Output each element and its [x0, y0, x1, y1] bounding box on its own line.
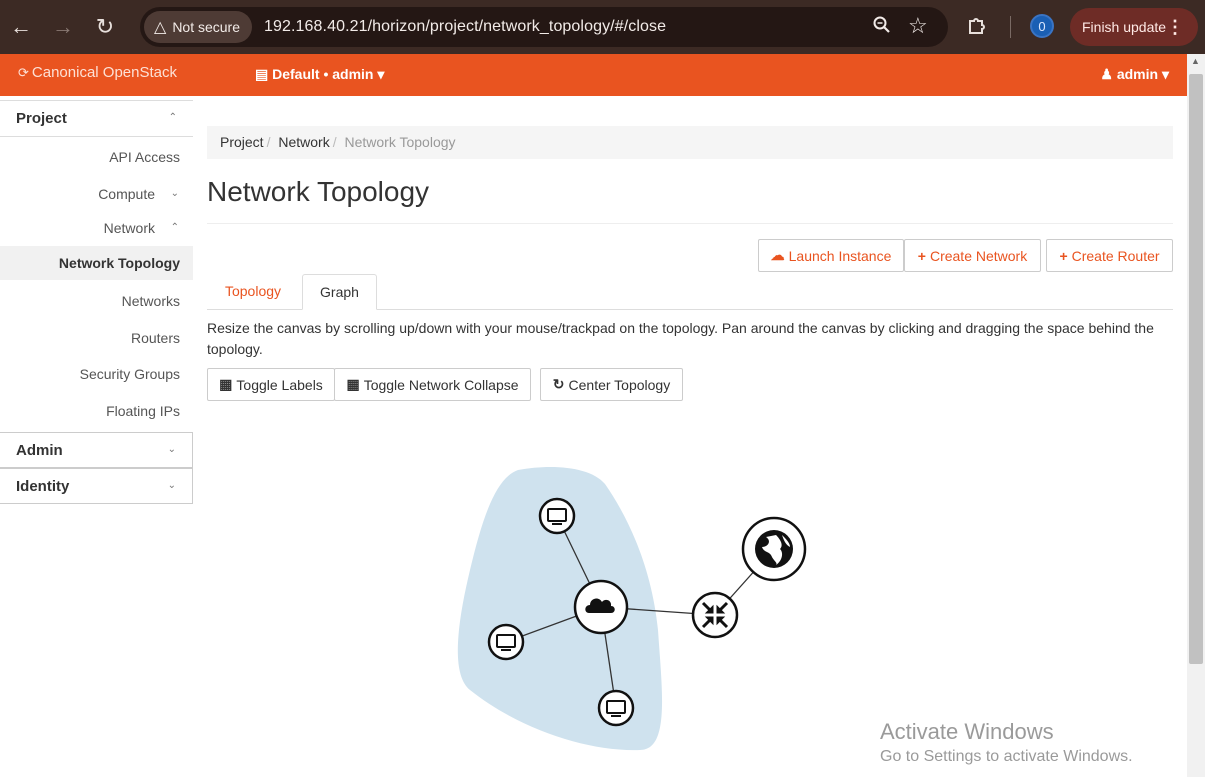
sidebar-item-api-access[interactable]: API Access: [0, 140, 193, 174]
warning-triangle-icon: △: [154, 19, 167, 36]
create-router-label: Create Router: [1071, 247, 1160, 264]
caret-down-icon: ▾: [1161, 66, 1169, 82]
sidebar-section-project[interactable]: Project ⌃: [0, 101, 193, 137]
network-node[interactable]: [573, 579, 629, 635]
toggle-collapse-label: Toggle Network Collapse: [363, 376, 519, 393]
breadcrumb-separator: /: [266, 134, 271, 150]
list-icon: ▤: [255, 66, 269, 82]
create-network-button[interactable]: + Create Network: [904, 239, 1041, 272]
breadcrumb-current: Network Topology: [344, 134, 456, 150]
toggle-labels-button[interactable]: ▦ Toggle Labels: [207, 368, 335, 401]
page-scrollbar[interactable]: ▲: [1187, 54, 1205, 777]
refresh-icon: ↻: [552, 376, 565, 392]
launch-instance-label: Launch Instance: [788, 247, 892, 264]
kebab-menu-icon[interactable]: ⋮: [1166, 17, 1184, 38]
chevron-down-icon: ⌄: [167, 444, 176, 455]
sidebar-item-security-groups[interactable]: Security Groups: [0, 357, 193, 391]
create-network-label: Create Network: [929, 247, 1028, 264]
canonical-logo-icon: ⟳: [18, 65, 29, 80]
grid-icon: ▦: [346, 376, 360, 392]
center-topology-label: Center Topology: [568, 376, 671, 393]
profile-badge[interactable]: 0: [1030, 14, 1054, 38]
sidebar-item-label: Network: [103, 220, 155, 236]
sidebar-section-identity[interactable]: Identity ⌄: [0, 468, 193, 504]
finish-update-button[interactable]: Finish update ⋮: [1070, 8, 1198, 46]
router-node[interactable]: [691, 591, 739, 639]
back-arrow-icon[interactable]: ←: [0, 0, 42, 54]
scroll-up-arrow-icon[interactable]: ▲: [1191, 56, 1200, 66]
security-chip[interactable]: △ Not secure: [144, 11, 253, 43]
launch-instance-button[interactable]: ☁ Launch Instance: [758, 239, 904, 272]
toolbar-separator: [1010, 16, 1011, 38]
sidebar-section-label: Identity: [16, 478, 70, 495]
title-divider: [207, 223, 1173, 224]
plus-icon: +: [1059, 247, 1068, 264]
instance-node[interactable]: [597, 689, 635, 727]
chevron-up-icon: ⌃: [170, 222, 179, 233]
sidebar-item-label: Security Groups: [79, 366, 180, 382]
watermark-title: Activate Windows: [880, 719, 1054, 744]
chevron-down-icon: ⌄: [167, 480, 176, 491]
forward-arrow-icon[interactable]: →: [42, 0, 84, 54]
sidebar-item-label: Network Topology: [58, 255, 180, 271]
chevron-down-icon: ⌄: [170, 188, 179, 199]
scrollbar-thumb[interactable]: [1189, 74, 1203, 664]
breadcrumb: Project / Network / Network Topology: [207, 126, 1173, 159]
plus-icon: +: [917, 247, 926, 264]
user-menu[interactable]: ♟ admin ▾: [1100, 66, 1169, 83]
sidebar-item-label: Routers: [130, 330, 180, 346]
sidebar-item-routers[interactable]: Routers: [0, 321, 193, 355]
sidebar-item-label: API Access: [109, 149, 180, 165]
brand-link[interactable]: ⟳ Canonical OpenStack: [18, 64, 177, 81]
tab-topology[interactable]: Topology: [207, 274, 299, 310]
user-icon: ♟: [1100, 66, 1113, 82]
project-selector-label: Default • admin: [272, 66, 374, 82]
sidebar-item-label: Networks: [121, 293, 180, 309]
toggle-network-collapse-button[interactable]: ▦ Toggle Network Collapse: [334, 368, 531, 401]
breadcrumb-separator: /: [332, 134, 337, 150]
user-menu-label: admin: [1116, 66, 1159, 82]
sidebar-item-networks[interactable]: Networks: [0, 284, 193, 318]
sidebar-item-label: Floating IPs: [106, 403, 180, 419]
sidebar-item-network-topology[interactable]: Network Topology: [0, 246, 193, 280]
extensions-puzzle-icon[interactable]: [966, 14, 988, 42]
security-label: Not secure: [172, 19, 241, 35]
sidebar-item-floating-ips[interactable]: Floating IPs: [0, 394, 193, 428]
breadcrumb-project[interactable]: Project: [220, 134, 264, 150]
chevron-up-icon: ⌃: [168, 112, 177, 123]
browser-toolbar: ← → ↻ △ Not secure 192.168.40.21/horizon…: [0, 0, 1205, 54]
cloud-upload-icon: ☁: [770, 247, 785, 263]
sidebar-section-label: Project: [16, 110, 67, 127]
caret-down-icon: ▾: [377, 66, 385, 82]
grid-icon: ▦: [219, 376, 233, 392]
sidebar: Project ⌃ API Access Compute ⌄ Network ⌃…: [0, 96, 193, 777]
sidebar-item-compute[interactable]: Compute ⌄: [0, 177, 193, 211]
topology-canvas[interactable]: [440, 460, 840, 760]
tab-graph[interactable]: Graph: [302, 274, 377, 310]
bookmark-star-icon[interactable]: ☆: [908, 13, 928, 39]
center-topology-button[interactable]: ↻ Center Topology: [540, 368, 683, 401]
toggle-labels-label: Toggle Labels: [236, 376, 323, 393]
instance-node[interactable]: [487, 623, 525, 661]
sidebar-item-label: Compute: [98, 186, 155, 202]
help-text: Resize the canvas by scrolling up/down w…: [207, 320, 1154, 357]
page-title: Network Topology: [207, 176, 430, 207]
create-router-button[interactable]: + Create Router: [1046, 239, 1173, 272]
sidebar-section-admin[interactable]: Admin ⌄: [0, 432, 193, 468]
sidebar-section-label: Admin: [16, 442, 63, 459]
watermark-subtitle: Go to Settings to activate Windows.: [880, 748, 1133, 765]
finish-update-label: Finish update: [1082, 19, 1167, 35]
external-network-node[interactable]: [741, 516, 807, 582]
address-bar[interactable]: △ Not secure 192.168.40.21/horizon/proje…: [140, 7, 948, 47]
activate-windows-watermark: Activate Windows Go to Settings to activ…: [880, 719, 1133, 766]
url-text[interactable]: 192.168.40.21/horizon/project/network_to…: [264, 18, 666, 36]
sidebar-item-network[interactable]: Network ⌃: [0, 211, 193, 245]
brand-text: Canonical OpenStack: [31, 64, 177, 81]
breadcrumb-network[interactable]: Network: [278, 134, 329, 150]
reload-icon[interactable]: ↻: [84, 0, 126, 54]
project-selector[interactable]: ▤ Default • admin ▾: [255, 66, 384, 83]
zoom-search-icon[interactable]: [872, 15, 892, 41]
instance-node[interactable]: [538, 497, 576, 535]
openstack-topbar: ⟳ Canonical OpenStack ▤ Default • admin ▾…: [0, 54, 1187, 96]
